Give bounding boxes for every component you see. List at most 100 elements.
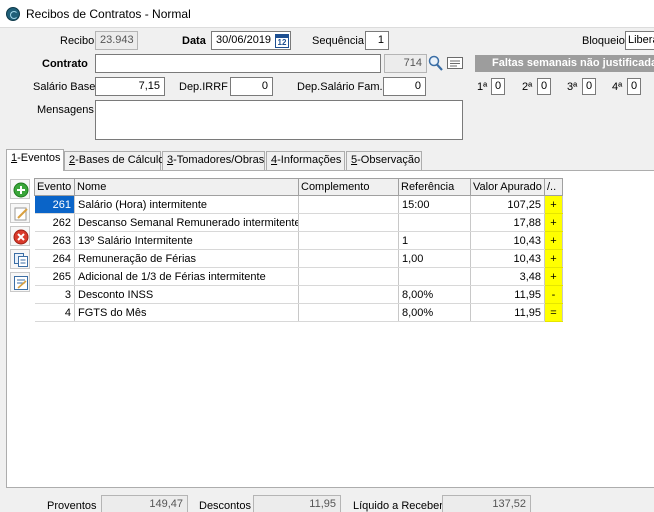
cell-referencia[interactable]: 1,00 bbox=[398, 249, 471, 268]
semana-3-field[interactable]: 0 bbox=[582, 78, 596, 95]
contrato-code-field[interactable]: 714 bbox=[384, 54, 427, 73]
cell-evento[interactable]: 263 bbox=[34, 231, 75, 250]
cell-valor[interactable]: 3,48 bbox=[470, 267, 545, 286]
cell-valor[interactable]: 17,88 bbox=[470, 213, 545, 232]
dep-salario-fam-label: Dep.Salário Fam. bbox=[297, 81, 383, 93]
cell-nome[interactable]: Desconto INSS bbox=[74, 285, 299, 304]
cell-complemento[interactable] bbox=[298, 213, 399, 232]
cell-referencia[interactable]: 15:00 bbox=[398, 195, 471, 214]
tab-eventos[interactable]: 1-Eventos bbox=[6, 149, 64, 171]
tab-observacao-label: -Observação bbox=[357, 154, 421, 166]
cell-evento[interactable]: 4 bbox=[34, 303, 75, 322]
semana-4-field[interactable]: 0 bbox=[627, 78, 641, 95]
cell-nome[interactable]: Salário (Hora) intermitente bbox=[74, 195, 299, 214]
cell-evento[interactable]: 264 bbox=[34, 249, 75, 268]
cell-evento[interactable]: 261 bbox=[34, 195, 75, 214]
salario-base-field[interactable]: 7,15 bbox=[95, 77, 165, 96]
table-row[interactable]: 262 Descanso Semanal Remunerado intermit… bbox=[34, 213, 563, 232]
cell-nome[interactable]: FGTS do Mês bbox=[74, 303, 299, 322]
tab-informacoes-label: -Informações bbox=[277, 154, 342, 166]
cell-referencia[interactable] bbox=[398, 213, 471, 232]
col-complemento[interactable]: Complemento bbox=[298, 178, 399, 196]
cell-evento[interactable]: 265 bbox=[34, 267, 75, 286]
cell-nome[interactable]: 13º Salário Intermitente bbox=[74, 231, 299, 250]
dep-salario-fam-field[interactable]: 0 bbox=[383, 77, 426, 96]
list-icon[interactable] bbox=[446, 54, 464, 72]
app-logo-icon bbox=[6, 7, 20, 21]
notes-icon[interactable] bbox=[10, 272, 30, 292]
sequencia-field[interactable]: 1 bbox=[365, 31, 389, 50]
col-referencia[interactable]: Referência bbox=[398, 178, 471, 196]
cell-complemento[interactable] bbox=[298, 267, 399, 286]
col-nome[interactable]: Nome bbox=[74, 178, 299, 196]
cell-valor[interactable]: 11,95 bbox=[470, 285, 545, 304]
semana-2-field[interactable]: 0 bbox=[537, 78, 551, 95]
col-sinal[interactable]: /.. bbox=[544, 178, 563, 196]
cell-evento[interactable]: 3 bbox=[34, 285, 75, 304]
table-row[interactable]: 264 Remuneração de Férias 1,00 10,43 + bbox=[34, 249, 563, 268]
tab-bases-de-calculo[interactable]: 2-Bases de Cálculo bbox=[64, 151, 164, 170]
semana-1-field[interactable]: 0 bbox=[491, 78, 505, 95]
edit-icon[interactable] bbox=[10, 203, 30, 223]
semana-1-label: 1ª bbox=[477, 81, 488, 93]
cell-referencia[interactable]: 1 bbox=[398, 231, 471, 250]
cell-sinal[interactable]: + bbox=[544, 231, 563, 250]
proventos-label: Proventos bbox=[47, 500, 97, 512]
liquido-field[interactable]: 137,52 bbox=[442, 495, 531, 512]
contrato-field[interactable] bbox=[95, 54, 381, 73]
cell-valor[interactable]: 107,25 bbox=[470, 195, 545, 214]
calendar-icon[interactable]: 12 bbox=[275, 34, 289, 48]
data-label: Data bbox=[182, 35, 206, 47]
totals-footer: Proventos 149,47 Descontos 11,95 Líquido… bbox=[0, 492, 654, 512]
recibo-field[interactable]: 23.943 bbox=[95, 31, 138, 50]
col-evento[interactable]: Evento bbox=[34, 178, 75, 196]
table-row[interactable]: 263 13º Salário Intermitente 1 10,43 + bbox=[34, 231, 563, 250]
contrato-label: Contrato bbox=[42, 58, 88, 70]
descontos-label: Descontos bbox=[199, 500, 251, 512]
dep-irrf-field[interactable]: 0 bbox=[230, 77, 273, 96]
table-row[interactable]: 261 Salário (Hora) intermitente 15:00 10… bbox=[34, 195, 563, 214]
cell-referencia[interactable]: 8,00% bbox=[398, 303, 471, 322]
copy-icon[interactable] bbox=[10, 249, 30, 269]
cell-complemento[interactable] bbox=[298, 303, 399, 322]
search-icon[interactable] bbox=[428, 54, 444, 72]
table-row[interactable]: 4 FGTS do Mês 8,00% 11,95 = bbox=[34, 303, 563, 322]
faltas-banner: Faltas semanais não justificadas bbox=[475, 55, 654, 72]
cell-sinal[interactable]: - bbox=[544, 285, 563, 304]
cell-complemento[interactable] bbox=[298, 285, 399, 304]
dep-irrf-label: Dep.IRRF bbox=[179, 81, 228, 93]
table-row[interactable]: 265 Adicional de 1/3 de Férias intermite… bbox=[34, 267, 563, 286]
cell-sinal[interactable]: + bbox=[544, 267, 563, 286]
descontos-field[interactable]: 11,95 bbox=[253, 495, 341, 512]
cell-sinal[interactable]: + bbox=[544, 195, 563, 214]
bloqueio-select[interactable]: Liberado bbox=[625, 31, 654, 50]
mensagens-field[interactable] bbox=[95, 100, 463, 140]
delete-icon[interactable] bbox=[10, 226, 30, 246]
proventos-field[interactable]: 149,47 bbox=[101, 495, 188, 512]
cell-valor[interactable]: 10,43 bbox=[470, 231, 545, 250]
cell-sinal[interactable]: + bbox=[544, 213, 563, 232]
cell-valor[interactable]: 10,43 bbox=[470, 249, 545, 268]
cell-valor[interactable]: 11,95 bbox=[470, 303, 545, 322]
recibo-label: Recibo bbox=[60, 35, 95, 47]
tab-tomadores-label: -Tomadores/Obras bbox=[173, 154, 265, 166]
cell-nome[interactable]: Remuneração de Férias bbox=[74, 249, 299, 268]
semana-2-label: 2ª bbox=[522, 81, 533, 93]
cell-complemento[interactable] bbox=[298, 249, 399, 268]
add-icon[interactable] bbox=[10, 179, 30, 199]
cell-complemento[interactable] bbox=[298, 195, 399, 214]
cell-nome[interactable]: Descanso Semanal Remunerado intermitente bbox=[74, 213, 299, 232]
cell-sinal[interactable]: = bbox=[544, 303, 563, 322]
cell-complemento[interactable] bbox=[298, 231, 399, 250]
cell-referencia[interactable]: 8,00% bbox=[398, 285, 471, 304]
tab-observacao[interactable]: 5-Observação bbox=[346, 151, 422, 170]
cell-evento[interactable]: 262 bbox=[34, 213, 75, 232]
tab-tomadores-obras[interactable]: 3-Tomadores/Obras bbox=[162, 151, 265, 170]
col-valor-apurado[interactable]: Valor Apurado bbox=[470, 178, 545, 196]
window-title: Recibos de Contratos - Normal bbox=[26, 7, 191, 21]
tab-informacoes[interactable]: 4-Informações bbox=[266, 151, 345, 170]
cell-referencia[interactable] bbox=[398, 267, 471, 286]
table-row[interactable]: 3 Desconto INSS 8,00% 11,95 - bbox=[34, 285, 563, 304]
cell-nome[interactable]: Adicional de 1/3 de Férias intermitente bbox=[74, 267, 299, 286]
cell-sinal[interactable]: + bbox=[544, 249, 563, 268]
